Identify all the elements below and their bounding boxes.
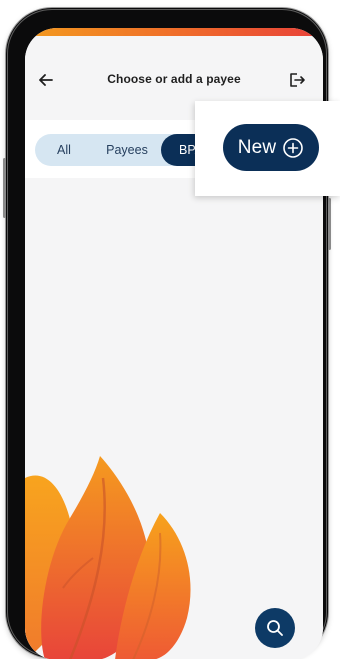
page-title: Choose or add a payee — [107, 72, 241, 86]
accent-strip — [25, 28, 323, 36]
logout-icon — [290, 73, 305, 87]
new-payee-popup: New — [195, 101, 340, 196]
phone-side-button-right — [328, 198, 331, 250]
logout-button[interactable] — [288, 71, 306, 89]
search-button[interactable] — [255, 608, 295, 648]
tab-all[interactable]: All — [35, 134, 93, 166]
new-button-label: New — [237, 136, 277, 158]
tab-payees[interactable]: Payees — [93, 134, 161, 166]
new-payee-button[interactable]: New — [223, 124, 319, 171]
flame-leaves-illustration — [25, 456, 191, 659]
search-icon — [267, 620, 283, 636]
plus-circle-icon — [283, 137, 304, 158]
stage: Choose or add a payee All Payees BPA New — [0, 0, 340, 659]
phone-side-button-left — [3, 158, 6, 218]
